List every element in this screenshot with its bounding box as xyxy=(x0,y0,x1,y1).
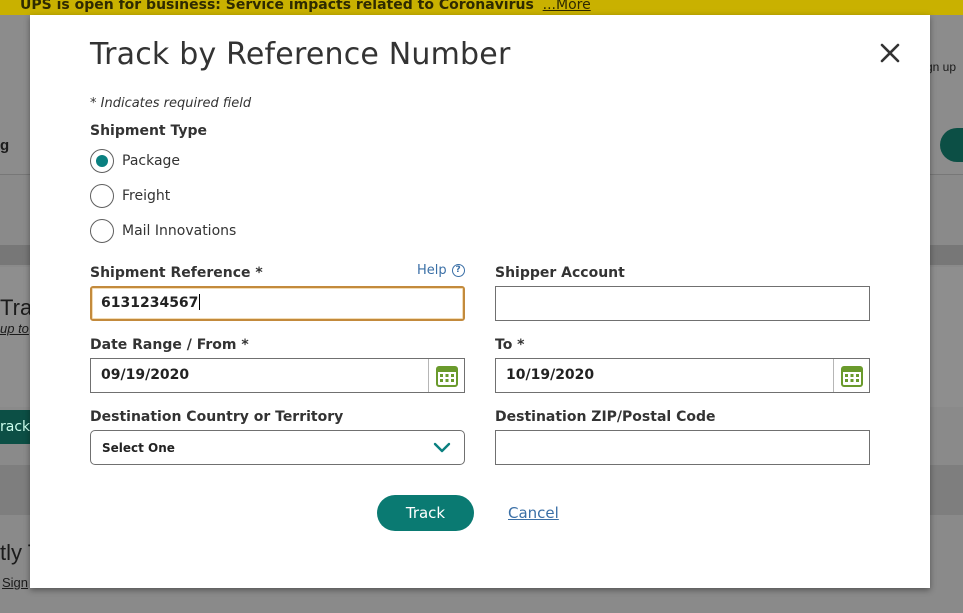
close-icon[interactable] xyxy=(878,41,902,65)
track-button[interactable]: Track xyxy=(377,495,474,531)
date-to-label: To * xyxy=(495,337,525,353)
shipment-reference-input[interactable]: 6131234567 xyxy=(90,286,465,321)
calendar-icon[interactable] xyxy=(833,359,869,392)
radio-freight[interactable]: Freight xyxy=(90,184,170,208)
background-nav-text: g xyxy=(0,137,10,154)
track-by-reference-modal: Track by Reference Number * Indicates re… xyxy=(30,15,930,588)
banner-more-link[interactable]: ...More xyxy=(543,0,591,13)
radio-button-package[interactable] xyxy=(90,149,114,173)
help-link[interactable]: Help ? xyxy=(417,263,465,278)
help-label[interactable]: Help xyxy=(417,263,447,278)
date-to-value: 10/19/2020 xyxy=(506,367,595,383)
destination-zip-label: Destination ZIP/Postal Code xyxy=(495,409,716,425)
banner-message: UPS is open for business: Service impact… xyxy=(20,0,534,13)
banner-text: UPS is open for business: Service impact… xyxy=(20,0,591,13)
destination-country-select[interactable]: Select One xyxy=(90,430,465,465)
destination-country-value: Select One xyxy=(102,441,175,455)
background-track-sub: up to xyxy=(0,321,29,336)
background-track-button: rack xyxy=(0,410,32,444)
radio-button-freight[interactable] xyxy=(90,184,114,208)
date-to-input[interactable]: 10/19/2020 xyxy=(495,358,870,393)
radio-mail-innovations[interactable]: Mail Innovations xyxy=(90,219,236,243)
shipper-account-input[interactable] xyxy=(495,286,870,321)
background-sign-link: Sign xyxy=(2,575,29,590)
radio-package[interactable]: Package xyxy=(90,149,180,173)
radio-button-mail-innovations[interactable] xyxy=(90,219,114,243)
cancel-link[interactable]: Cancel xyxy=(508,504,559,522)
chevron-down-icon xyxy=(433,440,451,459)
shipper-account-label: Shipper Account xyxy=(495,265,625,281)
destination-country-label: Destination Country or Territory xyxy=(90,409,344,425)
shipment-reference-value: 6131234567 xyxy=(101,295,199,311)
announcement-banner: UPS is open for business: Service impact… xyxy=(0,0,963,15)
text-caret xyxy=(199,294,201,310)
calendar-icon[interactable] xyxy=(428,359,464,392)
help-question-icon[interactable]: ? xyxy=(451,264,465,277)
shipment-type-label: Shipment Type xyxy=(90,123,208,139)
background-sign-up: gn up xyxy=(926,60,957,74)
radio-label-mail-innovations: Mail Innovations xyxy=(122,223,237,239)
radio-label-package: Package xyxy=(122,153,181,169)
date-from-label: Date Range / From * xyxy=(90,337,249,353)
modal-title: Track by Reference Number xyxy=(90,37,511,72)
radio-label-freight: Freight xyxy=(122,188,171,204)
date-from-input[interactable]: 09/19/2020 xyxy=(90,358,465,393)
destination-zip-input[interactable] xyxy=(495,430,870,465)
date-from-value: 09/19/2020 xyxy=(101,367,190,383)
shipment-reference-label: Shipment Reference * xyxy=(90,265,263,281)
required-field-note: * Indicates required field xyxy=(90,96,252,111)
